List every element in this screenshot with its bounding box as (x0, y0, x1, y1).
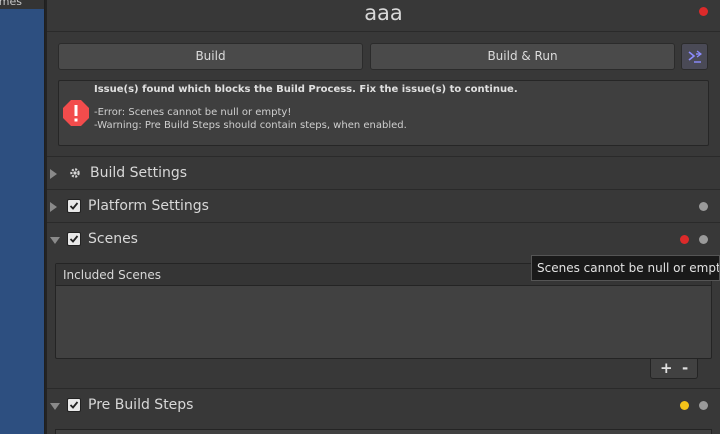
inspector-panel: aaa Build Build & Run Issue(s) found whi… (47, 0, 720, 434)
hierarchy-fragment: ames (0, 0, 44, 9)
build-menu-button[interactable] (681, 43, 708, 70)
help-icon[interactable] (699, 401, 708, 410)
error-stop-icon (63, 100, 89, 126)
issue-box: Issue(s) found which blocks the Build Pr… (58, 80, 709, 146)
help-icon[interactable] (699, 235, 708, 244)
page-title: aaa (364, 1, 403, 25)
expand-arrow-icon[interactable] (50, 403, 60, 410)
build-menu-icon (688, 50, 702, 63)
collapse-arrow-icon[interactable] (50, 169, 57, 179)
gear-icon (70, 168, 80, 178)
section-label: Platform Settings (88, 198, 209, 214)
section-label: Scenes (88, 231, 138, 247)
remove-button[interactable]: - (682, 359, 688, 377)
section-label: Pre Build Steps (88, 397, 194, 413)
error-status-dot (680, 235, 689, 244)
expand-arrow-icon[interactable] (50, 237, 60, 244)
pre-build-steps-checkbox[interactable] (67, 398, 81, 412)
pre-build-steps-list[interactable] (55, 429, 712, 434)
hierarchy-fragment-text: ames (0, 0, 22, 8)
error-tooltip: Scenes cannot be null or empty! (531, 255, 720, 281)
check-icon (69, 202, 79, 210)
included-scenes-label: Included Scenes (63, 268, 161, 282)
platform-settings-checkbox[interactable] (67, 199, 81, 213)
scenes-checkbox[interactable] (67, 232, 81, 246)
issue-title: Issue(s) found which blocks the Build Pr… (94, 84, 518, 95)
issue-error-line: -Error: Scenes cannot be null or empty! (94, 107, 292, 118)
list-add-remove: + - (650, 359, 698, 379)
build-button[interactable]: Build (58, 43, 363, 70)
title-status-dot (699, 7, 708, 16)
build-and-run-button[interactable]: Build & Run (370, 43, 675, 70)
collapse-arrow-icon[interactable] (50, 202, 57, 212)
add-button[interactable]: + (660, 359, 673, 377)
check-icon (69, 235, 79, 243)
warning-status-dot (680, 401, 689, 410)
section-platform-settings[interactable]: Platform Settings (47, 189, 720, 222)
hierarchy-panel: ames (0, 0, 45, 434)
check-icon (69, 401, 79, 409)
header-divider (47, 31, 720, 32)
section-pre-build-steps[interactable]: Pre Build Steps (47, 388, 720, 421)
section-label: Build Settings (90, 165, 188, 181)
section-build-settings[interactable]: Build Settings (47, 156, 720, 189)
help-icon[interactable] (699, 202, 708, 211)
issue-warning-line: -Warning: Pre Build Steps should contain… (94, 120, 407, 131)
